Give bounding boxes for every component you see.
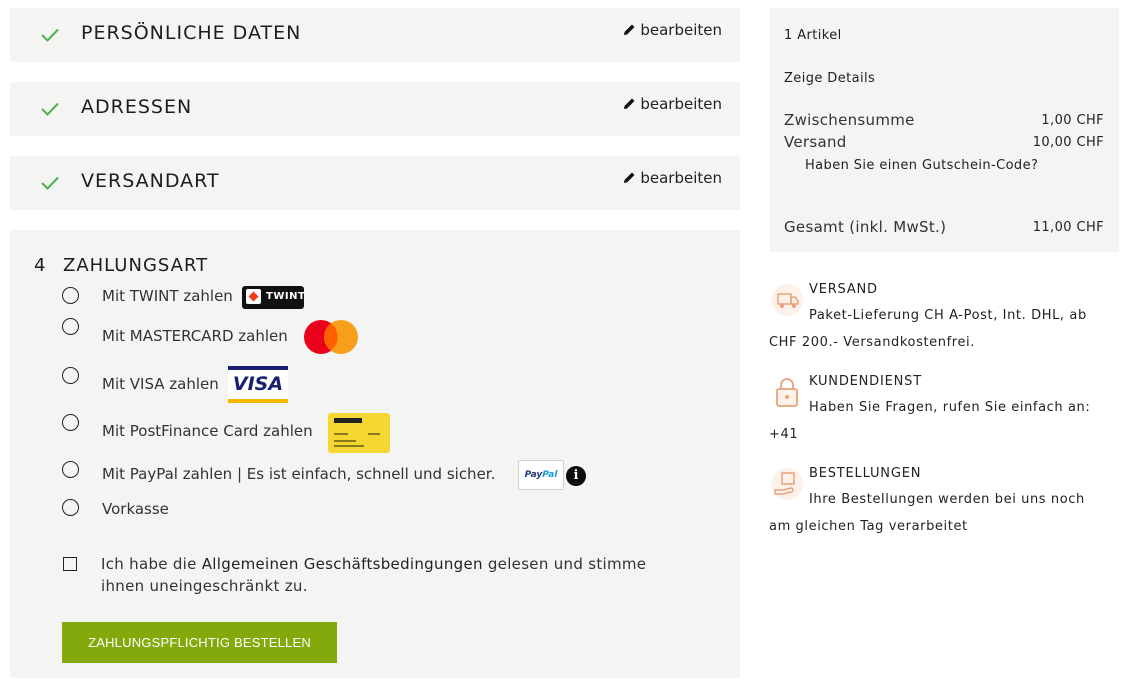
payment-section: 4 ZAHLUNGSART Mit TWINT zahlen TWINT Mit… bbox=[10, 230, 740, 678]
pencil-icon bbox=[624, 98, 635, 109]
twint-mark-icon bbox=[246, 289, 261, 304]
radio-twint[interactable] bbox=[62, 287, 79, 304]
info-text: Paket-Lieferung CH A-Post, Int. DHL, ab … bbox=[769, 308, 1087, 350]
paypal-logo: PayPal bbox=[518, 460, 564, 490]
info-title: KUNDENDIENST bbox=[809, 374, 922, 389]
radio-visa[interactable] bbox=[62, 367, 79, 384]
total-label: Gesamt (inkl. MwSt.) bbox=[784, 218, 947, 236]
card-line bbox=[334, 433, 348, 435]
step-title: ADRESSEN bbox=[81, 96, 193, 118]
postfinance-card-image bbox=[328, 413, 390, 453]
radio-prepayment[interactable] bbox=[62, 499, 79, 516]
pencil-icon bbox=[624, 172, 635, 183]
step-shipping-method: VERSANDART bearbeiten bbox=[10, 156, 740, 210]
subtotal-label: Zwischensumme bbox=[784, 111, 915, 129]
edit-personal-data-link[interactable]: bearbeiten bbox=[623, 21, 722, 39]
card-stripe bbox=[334, 418, 362, 423]
card-line bbox=[368, 433, 380, 435]
shipping-label: Versand bbox=[784, 133, 847, 151]
radio-paypal[interactable] bbox=[62, 461, 79, 478]
order-summary: 1 Artikel Zeige Details Zwischensumme 1,… bbox=[770, 8, 1119, 252]
info-title: BESTELLUNGEN bbox=[809, 466, 922, 481]
option-label: Mit PayPal zahlen | Es ist einfach, schn… bbox=[102, 465, 496, 483]
twint-logo-text: TWINT bbox=[266, 291, 306, 302]
card-line bbox=[334, 440, 356, 442]
checkmark-icon bbox=[41, 102, 59, 116]
radio-mastercard[interactable] bbox=[62, 318, 79, 335]
item-count: 1 Artikel bbox=[784, 28, 842, 43]
terms-prefix: Ich habe die bbox=[101, 555, 202, 573]
edit-shipping-method-link[interactable]: bearbeiten bbox=[623, 169, 722, 187]
visa-logo: VISA bbox=[228, 366, 288, 403]
info-text: Ihre Bestellungen werden bei uns noch am… bbox=[769, 492, 1085, 534]
mastercard-logo bbox=[304, 320, 358, 354]
subtotal-value: 1,00 CHF bbox=[1041, 113, 1104, 128]
info-icon[interactable]: i bbox=[566, 466, 586, 486]
place-order-button[interactable]: ZAHLUNGSPFLICHTIG BESTELLEN bbox=[62, 622, 337, 663]
option-label: Mit PostFinance Card zahlen bbox=[102, 422, 313, 440]
radio-postfinance[interactable] bbox=[62, 414, 79, 431]
card-line bbox=[334, 445, 364, 447]
step-addresses: ADRESSEN bearbeiten bbox=[10, 82, 740, 136]
voucher-code-link[interactable]: Haben Sie einen Gutschein-Code? bbox=[805, 158, 1038, 173]
step-number: 4 bbox=[34, 255, 46, 276]
terms-link[interactable]: Allgemeinen Geschäftsbedingungen bbox=[202, 555, 483, 573]
terms-text: Ich habe die Allgemeinen Geschäftsbeding… bbox=[101, 553, 671, 597]
paypal-logo-pal: Pal bbox=[542, 470, 558, 480]
visa-top-stripe bbox=[228, 366, 288, 370]
edit-addresses-link[interactable]: bearbeiten bbox=[623, 95, 722, 113]
shipping-value: 10,00 CHF bbox=[1032, 135, 1104, 150]
payment-title: ZAHLUNGSART bbox=[63, 255, 209, 276]
checkmark-icon bbox=[41, 28, 59, 42]
option-label: Vorkasse bbox=[102, 500, 169, 518]
checkmark-icon bbox=[41, 176, 59, 190]
info-title: VERSAND bbox=[809, 282, 878, 297]
show-details-link[interactable]: Zeige Details bbox=[784, 71, 875, 86]
step-title: PERSÖNLICHE DATEN bbox=[81, 22, 302, 44]
option-label: Mit MASTERCARD zahlen bbox=[102, 327, 288, 345]
paypal-logo-pay: Pay bbox=[524, 470, 543, 480]
visa-bottom-stripe bbox=[228, 399, 288, 403]
step-title: VERSANDART bbox=[81, 170, 220, 192]
option-label: Mit VISA zahlen bbox=[102, 375, 219, 393]
edit-label: bearbeiten bbox=[640, 21, 722, 39]
terms-checkbox[interactable] bbox=[63, 557, 77, 571]
info-text: Haben Sie Fragen, rufen Sie einfach an: … bbox=[769, 400, 1091, 442]
step-personal-data: PERSÖNLICHE DATEN bearbeiten bbox=[10, 8, 740, 62]
edit-label: bearbeiten bbox=[640, 95, 722, 113]
option-label: Mit TWINT zahlen bbox=[102, 287, 233, 305]
pencil-icon bbox=[624, 24, 635, 35]
total-value: 11,00 CHF bbox=[1032, 220, 1104, 235]
twint-logo: TWINT bbox=[242, 286, 306, 309]
edit-label: bearbeiten bbox=[640, 169, 722, 187]
visa-logo-text: VISA bbox=[232, 373, 284, 395]
